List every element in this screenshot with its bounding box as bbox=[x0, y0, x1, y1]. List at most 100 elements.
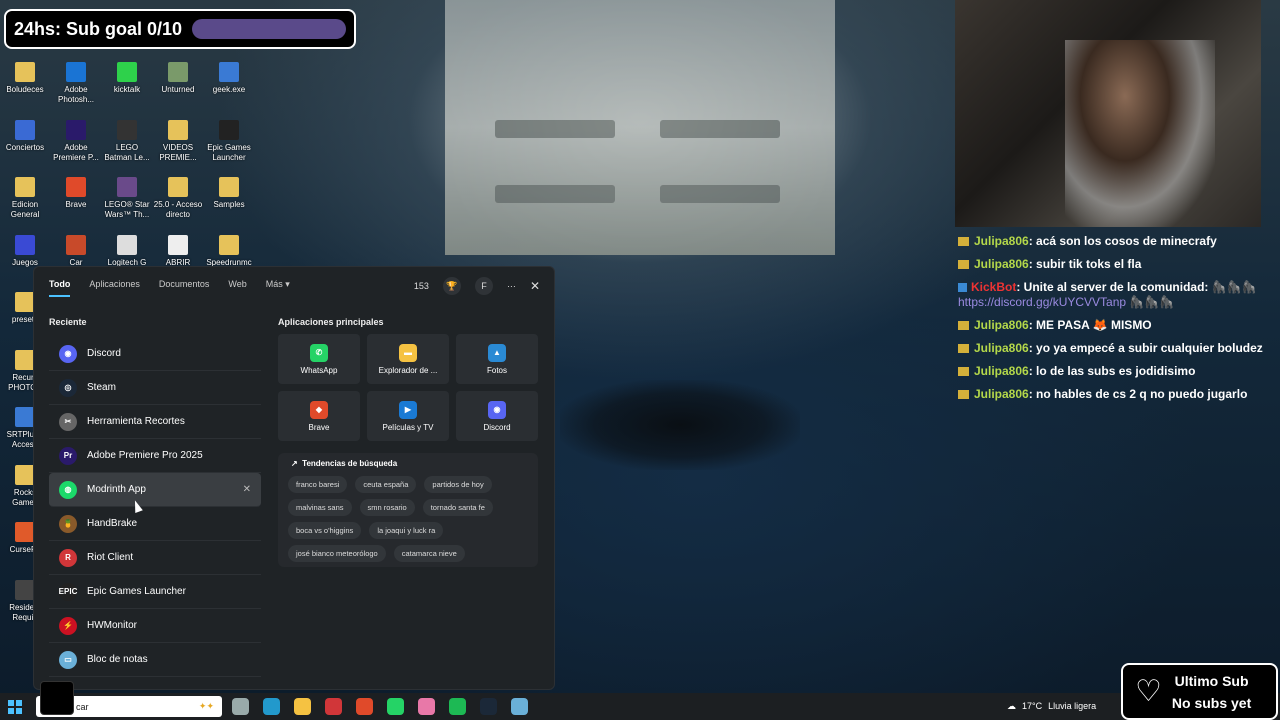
trend-pill[interactable]: catamarca nieve bbox=[393, 545, 465, 562]
desktop-icon[interactable]: Car bbox=[51, 234, 101, 268]
remove-item-icon[interactable]: ✕ bbox=[243, 484, 251, 495]
chat-text: : ME PASA 🦊 MISMO bbox=[1028, 318, 1152, 332]
trend-pill[interactable]: josé bianco meteorólogo bbox=[288, 545, 386, 562]
taskbar-app-icon[interactable] bbox=[387, 698, 404, 715]
desktop-icon-label: Brave bbox=[65, 200, 87, 209]
desktop-icon[interactable]: LEGO Batman Le... bbox=[102, 119, 152, 163]
trend-pill[interactable]: tornado santa fe bbox=[422, 499, 493, 516]
trend-pill[interactable]: franco baresi bbox=[288, 476, 348, 493]
chat-username[interactable]: Julipa806 bbox=[974, 341, 1029, 355]
subscriber-badge-icon bbox=[958, 237, 969, 247]
trend-pill[interactable]: malvinas sans bbox=[288, 499, 352, 516]
chat-username[interactable]: Julipa806 bbox=[974, 318, 1029, 332]
last-sub-value: No subs yet bbox=[1171, 694, 1252, 711]
trends-title-text: Tendencias de búsqueda bbox=[302, 459, 398, 468]
top-apps-title: Aplicaciones principales bbox=[278, 317, 384, 327]
chat-username[interactable]: Julipa806 bbox=[974, 387, 1029, 401]
tab-web[interactable]: Web bbox=[228, 279, 246, 297]
taskbar-app-icon[interactable] bbox=[263, 698, 280, 715]
app-tile[interactable]: ◆ Brave bbox=[278, 391, 360, 441]
app-tile[interactable]: ▶ Películas y TV bbox=[367, 391, 449, 441]
trophy-icon[interactable]: 🏆 bbox=[442, 277, 461, 295]
desktop-icon[interactable]: Edicion General bbox=[0, 177, 50, 220]
taskbar-app-icon[interactable] bbox=[418, 698, 435, 715]
taskbar-app-icon[interactable] bbox=[356, 698, 373, 715]
recent-item[interactable]: 🍍 HandBrake bbox=[49, 507, 261, 541]
desktop-icon-image bbox=[66, 62, 86, 82]
desktop-icon[interactable]: Adobe Premiere P... bbox=[51, 119, 101, 163]
trend-pill[interactable]: boca vs o'higgins bbox=[288, 522, 362, 539]
recent-item[interactable]: Pr Adobe Premiere Pro 2025 bbox=[49, 439, 261, 473]
desktop-icon[interactable]: Samples bbox=[204, 177, 254, 210]
streamer bbox=[1065, 40, 1215, 227]
windows-start-icon[interactable] bbox=[8, 700, 22, 714]
tab-aplicaciones[interactable]: Aplicaciones bbox=[89, 279, 140, 297]
chat-username[interactable]: Julipa806 bbox=[974, 234, 1029, 248]
tab-ms[interactable]: Más ▾ bbox=[266, 279, 290, 297]
desktop-icon[interactable]: Adobe Photosh... bbox=[51, 62, 101, 105]
trend-pill[interactable]: smn rosario bbox=[359, 499, 415, 516]
desktop-icon[interactable]: 25.0 - Acceso directo bbox=[153, 177, 203, 220]
desktop-icon[interactable]: Epic Games Launcher bbox=[204, 119, 254, 163]
subscriber-badge-icon bbox=[958, 390, 969, 400]
desktop-icon[interactable]: LEGO® Star Wars™ Th... bbox=[102, 177, 152, 220]
desktop-icon-image bbox=[219, 119, 239, 140]
desktop-icon[interactable]: ABRIR bbox=[153, 234, 203, 268]
recent-item[interactable]: R Riot Client bbox=[49, 541, 261, 575]
desktop-icon[interactable]: Boludeces bbox=[0, 62, 50, 95]
desktop-icon-image bbox=[15, 579, 35, 600]
app-tile-label: Películas y TV bbox=[382, 422, 434, 432]
taskbar-apps bbox=[232, 698, 528, 715]
trend-pill[interactable]: la joaqui y luck ra bbox=[369, 522, 444, 539]
taskbar-app-icon[interactable] bbox=[325, 698, 342, 715]
recent-item[interactable]: ✂ Herramienta Recortes bbox=[49, 405, 261, 439]
chat-link[interactable]: https://discord.gg/kUYCVVTanp bbox=[958, 295, 1126, 309]
discord-icon: ◉ bbox=[59, 344, 77, 363]
chat-message: Julipa806: acá son los cosos de minecraf… bbox=[958, 234, 1278, 249]
app-tile-label: Explorador de ... bbox=[378, 365, 438, 375]
desktop-icon[interactable]: kicktalk bbox=[102, 62, 152, 95]
recent-item[interactable]: ◉ Discord bbox=[49, 337, 261, 371]
chat-username[interactable]: KickBot bbox=[971, 280, 1016, 294]
taskbar-app-icon[interactable] bbox=[511, 698, 528, 715]
taskbar-app-icon[interactable] bbox=[294, 698, 311, 715]
recent-item[interactable]: ▭ Bloc de notas bbox=[49, 643, 261, 677]
recent-item[interactable]: ◍ Modrinth App ✕ bbox=[49, 473, 261, 507]
taskbar-app-icon[interactable] bbox=[232, 698, 249, 715]
desktop-icon-image bbox=[168, 119, 188, 140]
trend-pill[interactable]: ceuta españa bbox=[355, 476, 417, 493]
desktop-icon[interactable]: Juegos bbox=[0, 234, 50, 268]
desktop-icon[interactable]: Logitech G bbox=[102, 234, 152, 268]
recent-item[interactable]: EPIC Epic Games Launcher bbox=[49, 575, 261, 609]
weather-widget[interactable]: ☁ 17°C Lluvia ligera bbox=[1007, 701, 1096, 712]
rewards-points[interactable]: 153 bbox=[414, 281, 429, 291]
pel-culas-y-tv-icon: ▶ bbox=[399, 400, 417, 419]
user-avatar[interactable]: F bbox=[474, 277, 493, 295]
taskbar-app-icon[interactable] bbox=[449, 698, 466, 715]
chat-username[interactable]: Julipa806 bbox=[974, 257, 1029, 271]
tab-documentos[interactable]: Documentos bbox=[159, 279, 210, 297]
app-tile[interactable]: ▲ Fotos bbox=[456, 334, 538, 384]
more-options-icon[interactable]: ··· bbox=[507, 281, 516, 291]
whatsapp-icon: ✆ bbox=[310, 343, 328, 362]
recent-title: Reciente bbox=[49, 317, 87, 327]
desktop-icon[interactable]: Unturned bbox=[153, 62, 203, 95]
taskbar-app-icon[interactable] bbox=[480, 698, 497, 715]
desktop-icon-image bbox=[15, 119, 35, 140]
last-sub-title: Ultimo Sub bbox=[1174, 672, 1249, 689]
desktop-icon[interactable]: Speedrunmc bbox=[204, 234, 254, 268]
webcam-feed bbox=[955, 0, 1261, 227]
desktop-icon[interactable]: Conciertos bbox=[0, 119, 50, 153]
desktop-icon[interactable]: VIDEOS PREMIE... bbox=[153, 119, 203, 163]
trend-pill[interactable]: partidos de hoy bbox=[424, 476, 492, 493]
app-tile[interactable]: ◉ Discord bbox=[456, 391, 538, 441]
chat-username[interactable]: Julipa806 bbox=[974, 364, 1029, 378]
recent-item[interactable]: ⚡ HWMonitor bbox=[49, 609, 261, 643]
app-tile[interactable]: ▬ Explorador de ... bbox=[367, 334, 449, 384]
close-icon[interactable]: ✕ bbox=[530, 279, 540, 293]
desktop-icon[interactable]: geek.exe bbox=[204, 62, 254, 95]
tab-todo[interactable]: Todo bbox=[49, 279, 71, 297]
desktop-icon[interactable]: Brave bbox=[51, 177, 101, 210]
recent-item[interactable]: ◎ Steam bbox=[49, 371, 261, 405]
app-tile[interactable]: ✆ WhatsApp bbox=[278, 334, 360, 384]
